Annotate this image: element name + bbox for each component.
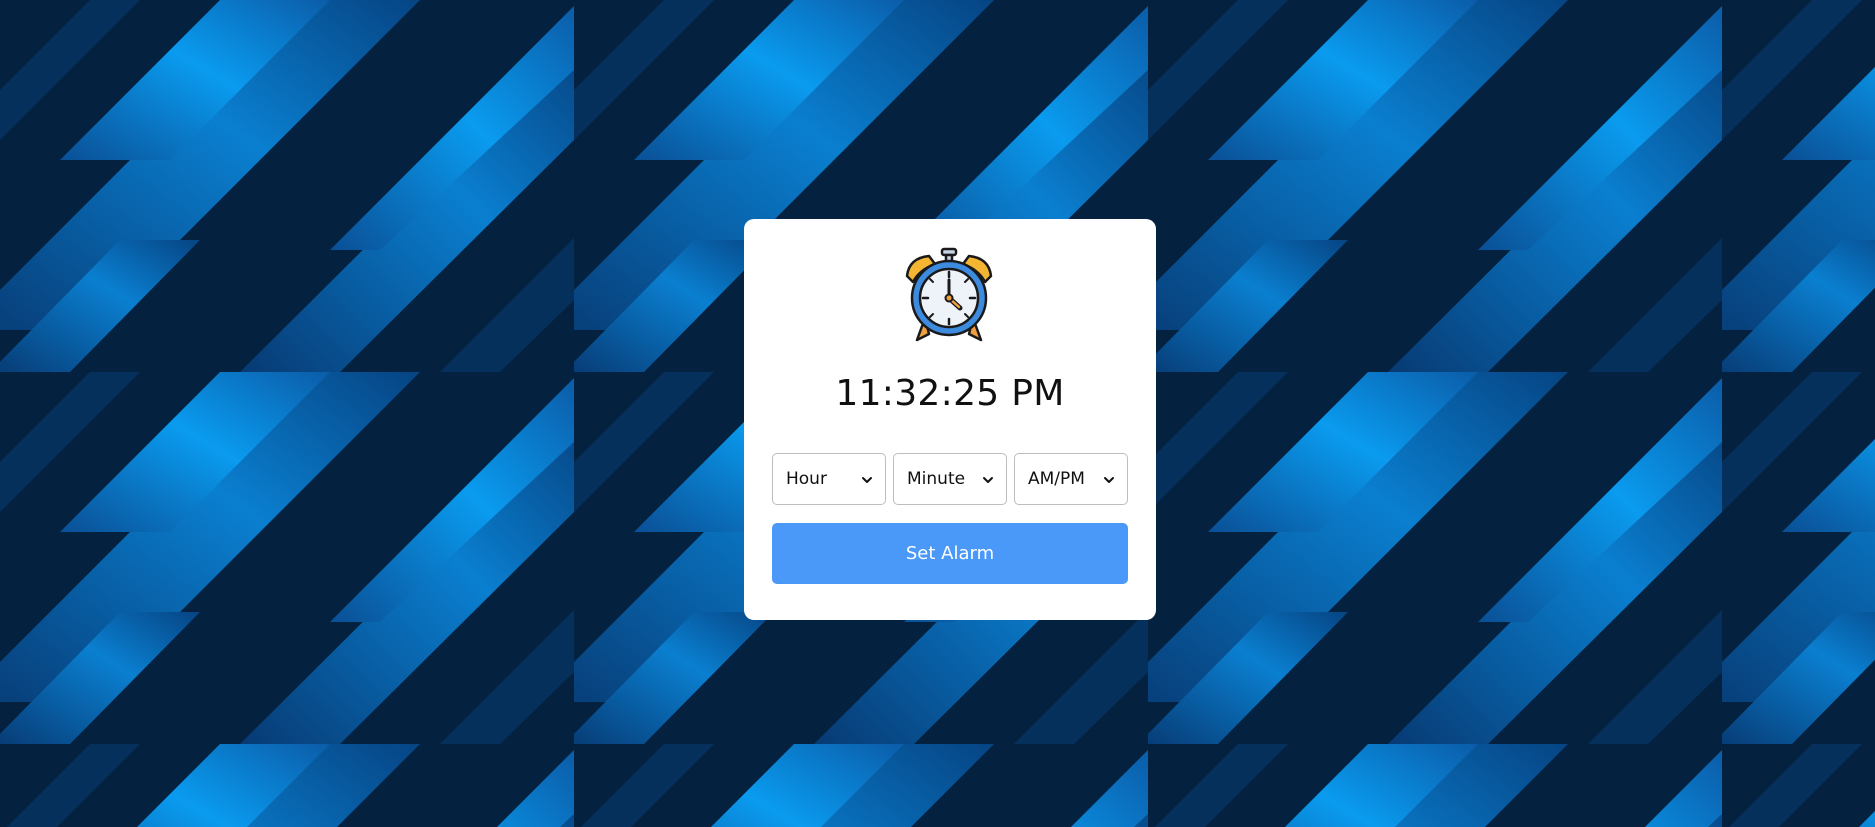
alarm-card: 11:32:25 PM Hour Minute AM/PM Set Alarm xyxy=(744,219,1156,620)
ampm-select-label: AM/PM xyxy=(1028,469,1085,489)
minute-select-label: Minute xyxy=(907,469,966,489)
chevron-down-icon xyxy=(1104,477,1114,483)
current-time: 11:32:25 PM xyxy=(835,373,1065,414)
hour-select[interactable]: Hour xyxy=(772,453,886,505)
ampm-select[interactable]: AM/PM xyxy=(1014,453,1128,505)
set-alarm-button[interactable]: Set Alarm xyxy=(772,523,1128,584)
alarm-clock-icon xyxy=(899,246,999,346)
chevron-down-icon xyxy=(862,477,872,483)
hour-select-label: Hour xyxy=(786,469,827,489)
chevron-down-icon xyxy=(983,477,993,483)
alarm-time-selects: Hour Minute AM/PM xyxy=(772,453,1128,505)
set-alarm-button-label: Set Alarm xyxy=(905,543,995,564)
minute-select[interactable]: Minute xyxy=(893,453,1007,505)
